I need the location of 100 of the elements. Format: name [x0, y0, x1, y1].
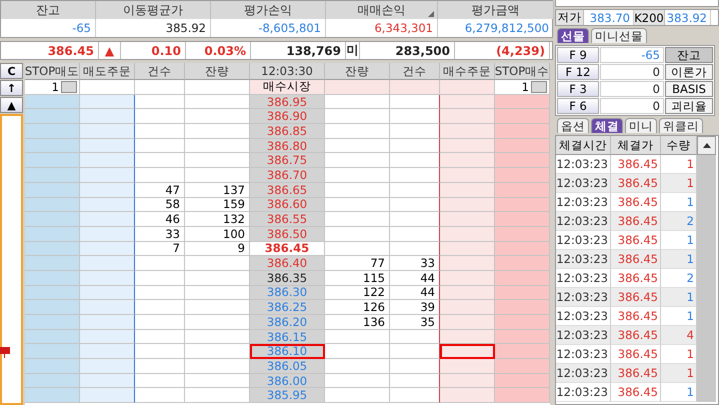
- order-cell[interactable]: [440, 94, 495, 110]
- order-cell[interactable]: [80, 300, 135, 315]
- order-cell[interactable]: [440, 212, 495, 227]
- order-cell[interactable]: [440, 153, 495, 168]
- order-cell[interactable]: [440, 330, 495, 344]
- quantity-spinner[interactable]: 1: [495, 80, 550, 95]
- order-cell[interactable]: [495, 388, 550, 404]
- order-cell[interactable]: [440, 344, 495, 360]
- contract-button[interactable]: F 12: [557, 64, 599, 80]
- order-cell[interactable]: [80, 168, 135, 183]
- order-cell[interactable]: [25, 138, 80, 154]
- order-cell[interactable]: [495, 359, 550, 374]
- order-cell[interactable]: [80, 226, 135, 242]
- order-cell[interactable]: [25, 256, 80, 271]
- order-cell[interactable]: [80, 374, 135, 388]
- order-cell[interactable]: [495, 138, 550, 154]
- order-cell[interactable]: [80, 388, 135, 404]
- order-cell[interactable]: [25, 286, 80, 300]
- order-cell[interactable]: [440, 270, 495, 286]
- order-cell[interactable]: [25, 344, 80, 360]
- order-cell[interactable]: [440, 388, 495, 404]
- order-cell[interactable]: [80, 198, 135, 212]
- order-cell[interactable]: [25, 153, 80, 168]
- price-cell[interactable]: 386.35: [250, 270, 325, 286]
- tab[interactable]: 체결: [591, 118, 623, 133]
- tab[interactable]: 미니: [625, 118, 657, 133]
- order-cell[interactable]: [495, 270, 550, 286]
- top-button[interactable]: ▲: [0, 97, 23, 113]
- order-cell[interactable]: [440, 359, 495, 374]
- toggle-button[interactable]: BASIS: [665, 81, 713, 97]
- order-cell[interactable]: [495, 242, 550, 256]
- order-cell[interactable]: [440, 124, 495, 139]
- order-cell[interactable]: [440, 109, 495, 124]
- scroll-up-button[interactable]: [697, 136, 716, 155]
- market-buy-button[interactable]: 매수시장: [250, 80, 325, 95]
- order-cell[interactable]: [440, 226, 495, 242]
- order-cell[interactable]: [80, 256, 135, 271]
- order-cell[interactable]: [495, 374, 550, 388]
- order-cell[interactable]: [25, 212, 80, 227]
- order-cell[interactable]: [495, 226, 550, 242]
- order-cell[interactable]: [25, 198, 80, 212]
- order-cell[interactable]: [495, 182, 550, 198]
- order-cell[interactable]: [80, 242, 135, 256]
- order-cell[interactable]: [80, 182, 135, 198]
- order-cell[interactable]: [440, 256, 495, 271]
- order-cell[interactable]: [25, 330, 80, 344]
- order-cell[interactable]: [440, 182, 495, 198]
- order-cell[interactable]: [80, 109, 135, 124]
- order-cell[interactable]: [495, 300, 550, 315]
- clear-button[interactable]: C: [0, 63, 23, 79]
- order-cell[interactable]: [25, 359, 80, 374]
- price-cell[interactable]: 386.45: [250, 242, 325, 256]
- order-cell[interactable]: [495, 212, 550, 227]
- order-cell[interactable]: [495, 315, 550, 330]
- order-cell[interactable]: [80, 315, 135, 330]
- order-cell[interactable]: [495, 168, 550, 183]
- order-cell[interactable]: [25, 94, 80, 110]
- order-cell[interactable]: [25, 388, 80, 404]
- order-cell[interactable]: [80, 359, 135, 374]
- order-cell[interactable]: [80, 212, 135, 227]
- tab[interactable]: 옵션: [557, 118, 589, 133]
- order-cell[interactable]: [25, 270, 80, 286]
- order-cell[interactable]: [25, 315, 80, 330]
- order-cell[interactable]: [25, 226, 80, 242]
- order-cell[interactable]: [440, 300, 495, 315]
- order-cell[interactable]: [495, 344, 550, 360]
- up-button[interactable]: ↑: [0, 80, 23, 96]
- order-cell[interactable]: [25, 374, 80, 388]
- order-cell[interactable]: [440, 198, 495, 212]
- order-cell[interactable]: [440, 315, 495, 330]
- order-cell[interactable]: [80, 153, 135, 168]
- order-cell[interactable]: [495, 198, 550, 212]
- order-cell[interactable]: [440, 374, 495, 388]
- order-cell[interactable]: [495, 330, 550, 344]
- order-cell[interactable]: [80, 94, 135, 110]
- order-cell[interactable]: [440, 242, 495, 256]
- order-cell[interactable]: [25, 109, 80, 124]
- order-cell[interactable]: [25, 182, 80, 198]
- order-cell[interactable]: [25, 242, 80, 256]
- order-cell[interactable]: [495, 109, 550, 124]
- toggle-button[interactable]: 괴리율: [665, 98, 713, 114]
- order-cell[interactable]: [440, 138, 495, 154]
- order-cell[interactable]: [495, 256, 550, 271]
- order-cell[interactable]: [25, 168, 80, 183]
- tab[interactable]: 위클리: [659, 118, 703, 133]
- tab[interactable]: 선물: [557, 28, 589, 43]
- contract-button[interactable]: F 9: [557, 47, 599, 63]
- order-cell[interactable]: [25, 300, 80, 315]
- contract-button[interactable]: F 3: [557, 81, 599, 97]
- order-cell[interactable]: [495, 286, 550, 300]
- order-cell[interactable]: [80, 286, 135, 300]
- toggle-button[interactable]: 잔고: [665, 47, 713, 63]
- contract-button[interactable]: F 6: [557, 98, 599, 114]
- order-cell[interactable]: [495, 153, 550, 168]
- order-cell[interactable]: [495, 124, 550, 139]
- order-cell[interactable]: [80, 344, 135, 360]
- tab[interactable]: 미니선물: [591, 28, 647, 43]
- order-cell[interactable]: [495, 94, 550, 110]
- order-cell[interactable]: [80, 330, 135, 344]
- quantity-spinner[interactable]: 1: [25, 80, 80, 95]
